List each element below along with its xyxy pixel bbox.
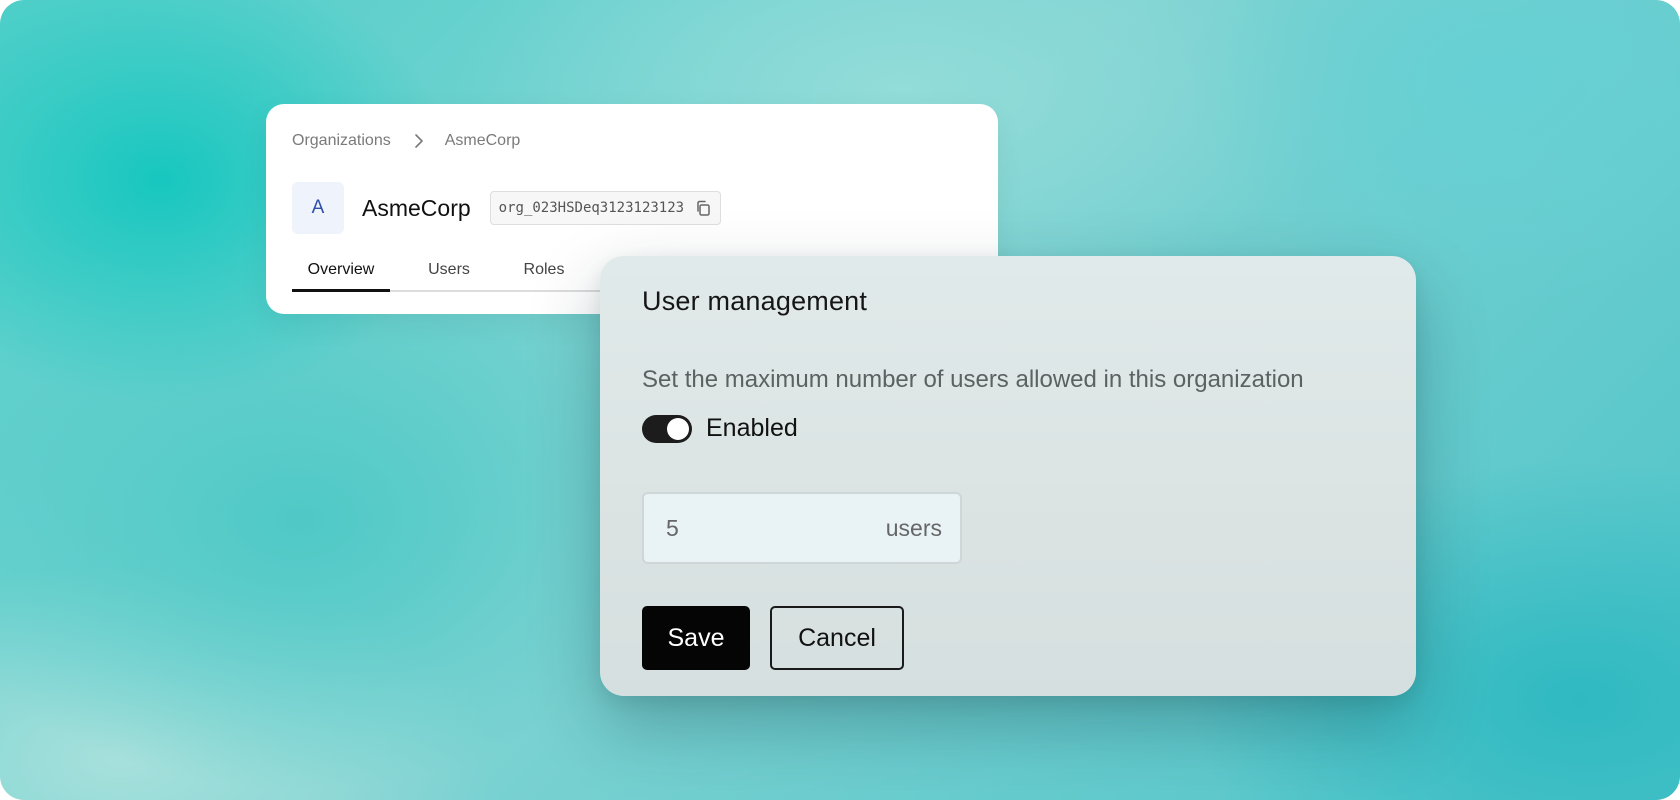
enabled-toggle[interactable] — [642, 414, 692, 443]
max-users-unit: users — [885, 514, 942, 541]
toggle-label: Enabled — [706, 414, 798, 442]
breadcrumb: Organizations AsmeCorp — [292, 132, 520, 150]
toggle-knob — [667, 417, 689, 440]
org-id-text: org_023HSDeq3123123123 — [498, 200, 685, 216]
max-users-value[interactable]: 5 — [666, 515, 886, 542]
tab-roles[interactable]: Roles — [508, 250, 580, 290]
org-header: A AsmeCorp org_023HSDeq3123123123 — [292, 182, 722, 234]
tab-overview[interactable]: Overview — [292, 250, 390, 292]
dialog-description: Set the maximum number of users allowed … — [642, 366, 1304, 393]
breadcrumb-organizations[interactable]: Organizations — [292, 132, 391, 150]
cancel-button[interactable]: Cancel — [770, 606, 904, 670]
breadcrumb-current: AsmeCorp — [444, 132, 521, 149]
avatar: A — [292, 182, 344, 234]
enabled-toggle-row: Enabled — [642, 414, 798, 443]
copy-icon[interactable] — [694, 199, 712, 217]
dialog-title: User management — [642, 286, 868, 316]
chevron-right-icon — [414, 134, 423, 148]
background: Organizations AsmeCorp A AsmeCorp org_02… — [0, 0, 1680, 800]
user-management-dialog: User management Set the maximum number o… — [600, 256, 1416, 696]
org-name: AsmeCorp — [362, 194, 471, 221]
max-users-input[interactable]: 5 users — [642, 492, 962, 564]
save-button[interactable]: Save — [642, 606, 750, 670]
tab-users[interactable]: Users — [390, 250, 508, 290]
org-id-badge: org_023HSDeq3123123123 — [489, 191, 722, 225]
